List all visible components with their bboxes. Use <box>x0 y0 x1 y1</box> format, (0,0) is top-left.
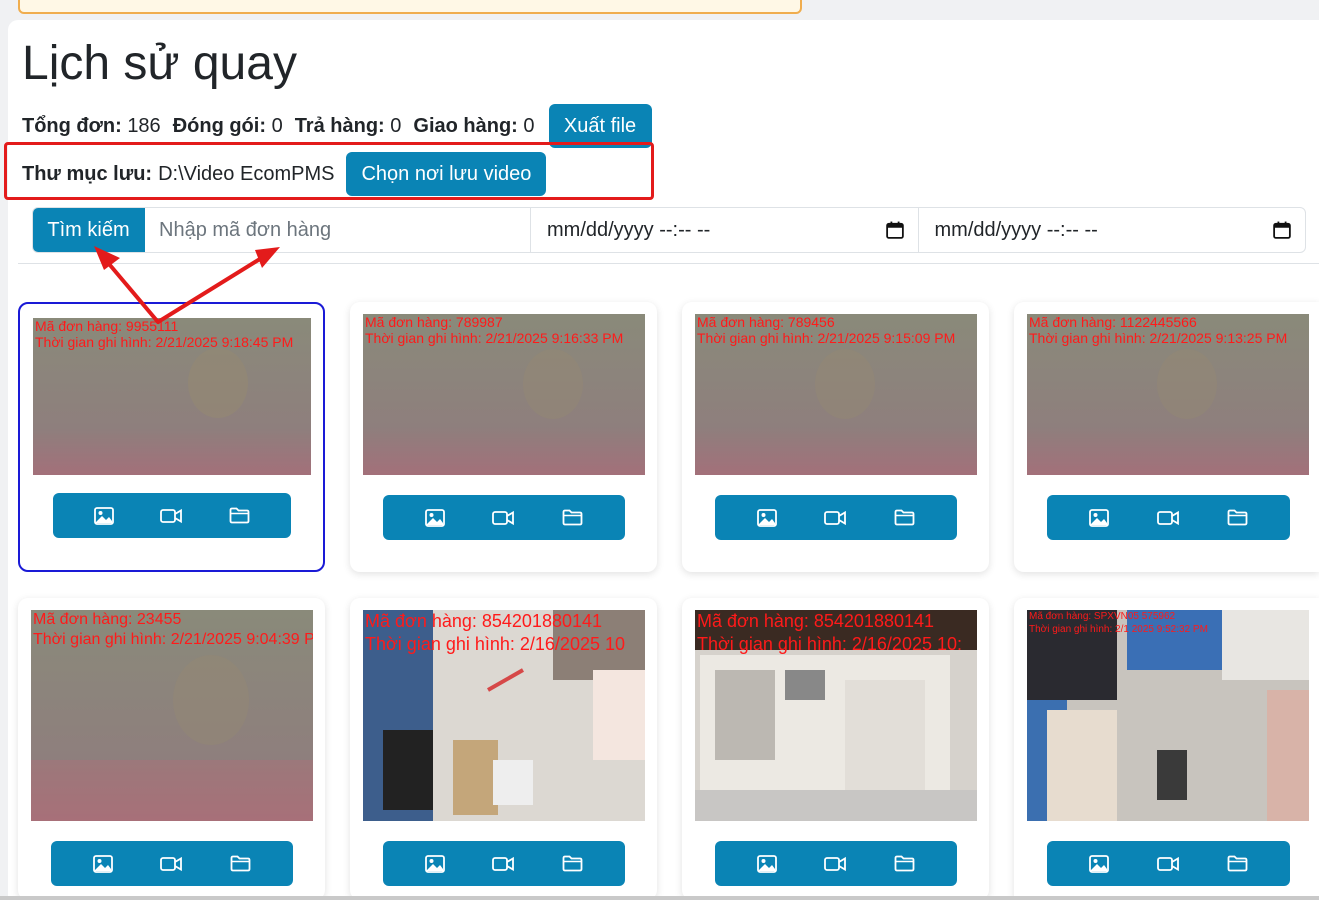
video-icon[interactable] <box>492 510 515 526</box>
returned-label: Trả hàng: <box>294 114 385 137</box>
delivered-label: Giao hàng: <box>413 114 518 137</box>
from-date-text: mm/dd/yyyy --:-- -- <box>547 218 711 241</box>
top-alert-box <box>18 0 802 14</box>
folder-icon[interactable] <box>1227 855 1248 872</box>
video-thumbnail[interactable]: Mã đơn hàng: SPXVN05 575962 Thời gian ghi… <box>1027 610 1309 821</box>
video-card[interactable]: Mã đơn hàng: 854201880141 Thời gian ghi h… <box>350 598 657 900</box>
folder-icon[interactable] <box>1227 509 1248 526</box>
page-title: Lịch sử quay <box>22 37 297 90</box>
video-icon[interactable] <box>824 510 847 526</box>
video-card[interactable]: Mã đơn hàng: 789456 Thời gian ghi hình: 2… <box>682 302 989 572</box>
total-value: 186 <box>127 114 161 137</box>
video-card[interactable]: Mã đơn hàng: 854201880141 Thời gian ghi h… <box>682 598 989 900</box>
thumbnail-overlay: Mã đơn hàng: 854201880141 Thời gian ghi h… <box>365 610 625 656</box>
thumbnail-overlay: Mã đơn hàng: 789456 Thời gian ghi hình: 2… <box>697 314 955 346</box>
calendar-icon[interactable] <box>885 221 904 239</box>
record-time-overlay: Thời gian ghi hình: 2/1 2025 9:52:32 PM <box>1029 624 1208 635</box>
video-thumbnail[interactable]: Mã đơn hàng: 1122445566 Thời gian ghi hìn… <box>1027 314 1309 475</box>
video-icon[interactable] <box>824 856 847 872</box>
video-icon[interactable] <box>160 508 183 524</box>
thumbnail-overlay: Mã đơn hàng: SPXVN05 575962 Thời gian ghi… <box>1029 610 1208 636</box>
search-button[interactable]: Tìm kiếm <box>33 208 145 252</box>
total-label: Tổng đơn: <box>22 114 122 137</box>
order-code-input[interactable] <box>145 208 531 252</box>
bottom-scroll-edge <box>0 896 1319 900</box>
folder-icon[interactable] <box>894 509 915 526</box>
record-time-overlay: Thời gian ghi hình: 2/16/2025 10: <box>697 634 962 654</box>
to-date-text: mm/dd/yyyy --:-- -- <box>934 218 1098 241</box>
image-icon[interactable] <box>1089 508 1109 527</box>
folder-icon[interactable] <box>229 507 250 524</box>
record-time-overlay: Thời gian ghi hình: 2/21/2025 9:18:45 PM <box>35 334 294 350</box>
image-icon[interactable] <box>424 508 445 527</box>
video-thumbnail[interactable]: Mã đơn hàng: 789987 Thời gian ghi hình: 2… <box>363 314 645 475</box>
order-code-overlay: Mã đơn hàng: 854201880141 <box>697 611 935 631</box>
order-code-overlay: Mã đơn hàng: 854201880141 <box>365 611 603 631</box>
from-date-input[interactable]: mm/dd/yyyy --:-- -- <box>531 208 919 252</box>
image-icon[interactable] <box>756 854 777 873</box>
record-time-overlay: Thời gian ghi hình: 2/21/2025 9:16:33 PM <box>365 330 624 346</box>
video-card[interactable]: Mã đơn hàng: 789987 Thời gian ghi hình: 2… <box>350 302 657 572</box>
folder-icon[interactable] <box>562 855 583 872</box>
folder-icon[interactable] <box>894 855 915 872</box>
order-code-overlay: Mã đơn hàng: 9955111 <box>35 318 179 334</box>
thumbnail-overlay: Mã đơn hàng: 23455 Thời gian ghi hình: 2/… <box>33 610 313 650</box>
video-actions <box>715 495 957 540</box>
calendar-icon[interactable] <box>1273 221 1291 239</box>
thumbnail-overlay: Mã đơn hàng: 1122445566 Thời gian ghi hìn… <box>1029 314 1287 346</box>
record-time-overlay: Thời gian ghi hình: 2/21/2025 9:13:25 PM <box>1029 330 1288 346</box>
video-card[interactable]: Mã đơn hàng: SPXVN05 575962 Thời gian ghi… <box>1014 598 1319 900</box>
image-icon[interactable] <box>94 506 115 525</box>
folder-icon[interactable] <box>230 855 251 872</box>
video-card[interactable]: Mã đơn hàng: 23455 Thời gian ghi hình: 2/… <box>18 598 325 900</box>
record-time-overlay: Thời gian ghi hình: 2/21/2025 9:04:39 PM <box>33 631 313 648</box>
video-actions <box>51 841 293 886</box>
image-icon[interactable] <box>1089 854 1109 873</box>
annotation-highlight-box <box>4 142 654 200</box>
record-time-overlay: Thời gian ghi hình: 2/21/2025 9:15:09 PM <box>697 330 956 346</box>
video-card[interactable]: Mã đơn hàng: 1122445566 Thời gian ghi hìn… <box>1014 302 1319 572</box>
image-icon[interactable] <box>756 508 777 527</box>
to-date-input[interactable]: mm/dd/yyyy --:-- -- <box>919 208 1306 252</box>
video-card[interactable]: Mã đơn hàng: 9955111 Thời gian ghi hình: … <box>18 302 325 572</box>
video-icon[interactable] <box>160 856 183 872</box>
order-code-overlay: Mã đơn hàng: 1122445566 <box>1029 314 1197 330</box>
video-actions <box>1047 495 1290 540</box>
video-actions <box>715 841 957 886</box>
order-code-overlay: Mã đơn hàng: 789456 <box>697 314 835 330</box>
video-actions <box>53 493 291 538</box>
video-thumbnail[interactable]: Mã đơn hàng: 854201880141 Thời gian ghi h… <box>695 610 977 821</box>
search-bar: Tìm kiếm mm/dd/yyyy --:-- -- mm/dd/yyyy … <box>32 207 1306 253</box>
video-actions <box>383 495 625 540</box>
returned-value: 0 <box>390 114 402 137</box>
folder-icon[interactable] <box>562 509 583 526</box>
video-thumbnail[interactable]: Mã đơn hàng: 9955111 Thời gian ghi hình: … <box>33 318 311 475</box>
packed-label: Đóng gói: <box>172 114 266 137</box>
delivered-value: 0 <box>523 114 535 137</box>
divider <box>18 263 1319 264</box>
video-thumbnail[interactable]: Mã đơn hàng: 854201880141 Thời gian ghi h… <box>363 610 645 821</box>
thumbnail-image <box>1027 610 1309 821</box>
video-icon[interactable] <box>1157 510 1179 526</box>
order-code-overlay: Mã đơn hàng: SPXVN05 575962 <box>1029 611 1176 622</box>
video-thumbnail[interactable]: Mã đơn hàng: 789456 Thời gian ghi hình: 2… <box>695 314 977 475</box>
record-time-overlay: Thời gian ghi hình: 2/16/2025 10 <box>365 634 625 654</box>
order-code-overlay: Mã đơn hàng: 789987 <box>365 314 503 330</box>
video-thumbnail[interactable]: Mã đơn hàng: 23455 Thời gian ghi hình: 2/… <box>31 610 313 821</box>
image-icon[interactable] <box>92 854 113 873</box>
image-icon[interactable] <box>424 854 445 873</box>
video-icon[interactable] <box>492 856 515 872</box>
thumbnail-overlay: Mã đơn hàng: 9955111 Thời gian ghi hình: … <box>35 318 293 350</box>
video-actions <box>1047 841 1290 886</box>
packed-value: 0 <box>271 114 283 137</box>
video-icon[interactable] <box>1157 856 1179 872</box>
thumbnail-overlay: Mã đơn hàng: 854201880141 Thời gian ghi h… <box>697 610 962 656</box>
order-code-overlay: Mã đơn hàng: 23455 <box>33 611 182 628</box>
video-actions <box>383 841 625 886</box>
thumbnail-overlay: Mã đơn hàng: 789987 Thời gian ghi hình: 2… <box>365 314 623 346</box>
